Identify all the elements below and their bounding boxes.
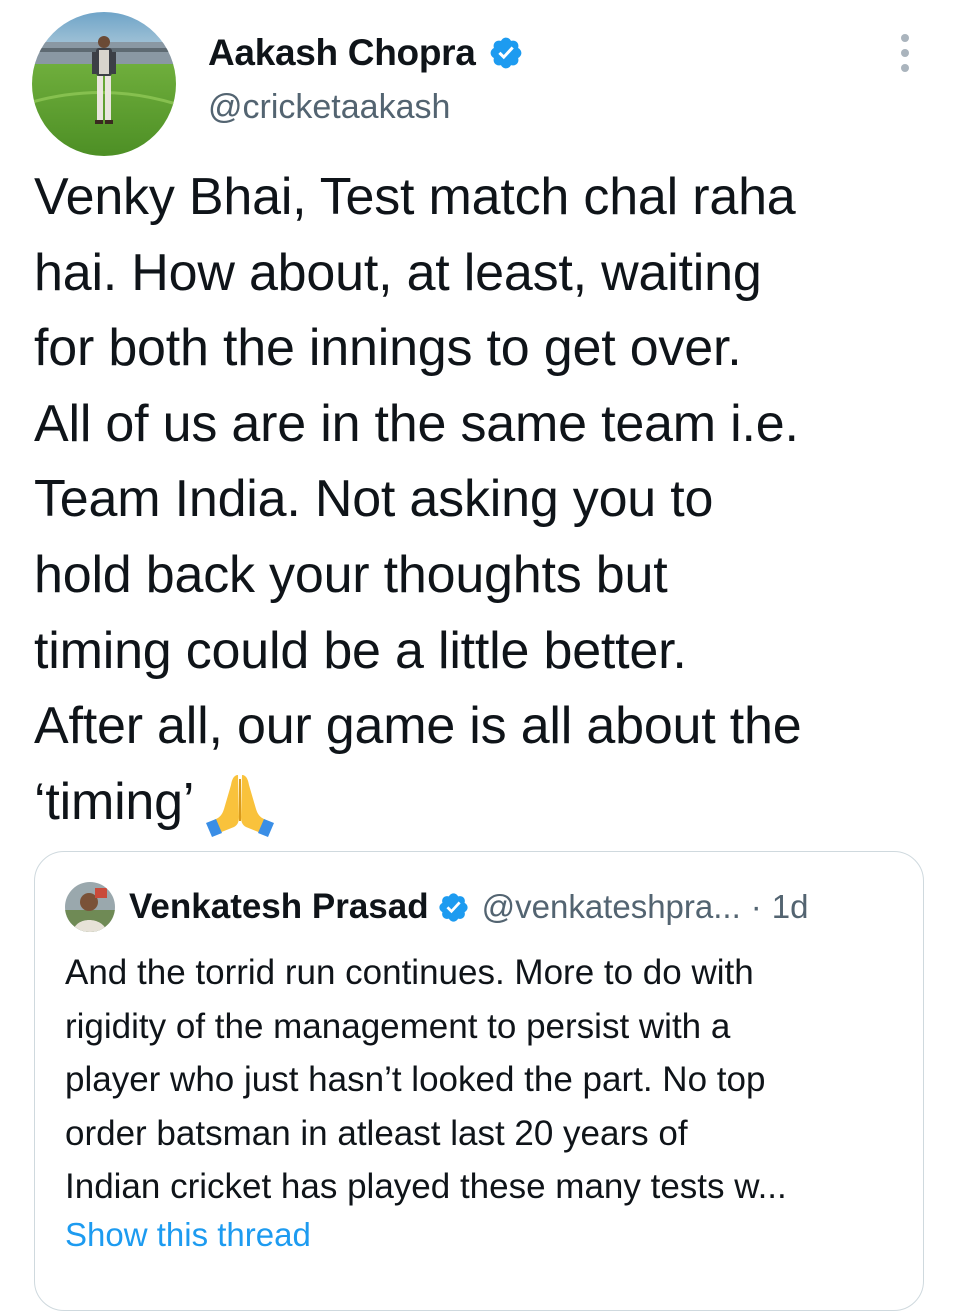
quoted-tweet-time[interactable]: 1d	[772, 888, 809, 926]
tweet-line: for both the innings to get over.	[34, 319, 742, 378]
quoted-tweet-card[interactable]: Venkatesh Prasad @venkateshpra... · 1d A…	[34, 851, 924, 1311]
quoted-avatar-photo-icon	[65, 882, 115, 932]
verified-badge-icon	[439, 892, 468, 922]
tweet-line: Team India. Not asking you to	[34, 470, 714, 529]
tweet-line: ‘timing’	[34, 772, 195, 831]
more-dot-icon	[901, 64, 909, 72]
quoted-tweet-line: Indian cricket has played these many tes…	[65, 1167, 787, 1206]
quoted-tweet-line: player who just hasn’t looked the part. …	[65, 1060, 766, 1099]
tweet-line: timing could be a little better.	[34, 621, 687, 680]
tweet-last-line: ‘timing’	[34, 765, 934, 841]
quoted-tweet-line: order batsman in atleast last 20 years o…	[65, 1113, 688, 1153]
more-options-button[interactable]	[888, 30, 922, 76]
author-avatar[interactable]	[32, 12, 176, 156]
tweet-text: Venky Bhai, Test match chal raha hai. Ho…	[34, 160, 934, 840]
folded-hands-emoji-icon	[206, 774, 275, 837]
tweet-line: hold back your thoughts but	[34, 545, 668, 604]
quoted-author-handle[interactable]: @venkateshpra...	[482, 888, 741, 926]
quoted-author-avatar[interactable]	[65, 882, 115, 932]
quoted-tweet-header: Venkatesh Prasad @venkateshpra... · 1d	[65, 882, 809, 932]
quoted-tweet-text: And the torrid run continues. More to do…	[65, 946, 905, 1214]
show-thread-link[interactable]: Show this thread	[65, 1216, 311, 1254]
more-dot-icon	[901, 34, 909, 42]
more-dot-icon	[901, 49, 909, 57]
quoted-tweet-line: And the torrid run continues. More to do…	[65, 953, 754, 992]
tweet-line: After all, our game is all about the	[34, 697, 802, 756]
tweet-line: Venky Bhai, Test match chal raha	[34, 168, 796, 226]
author-name[interactable]: Aakash Chopra	[208, 32, 476, 74]
tweet-line: hai. How about, at least, waiting	[34, 243, 762, 302]
separator-dot: ·	[750, 888, 762, 925]
quoted-tweet-line: rigidity of the management to persist wi…	[65, 1006, 731, 1046]
author-name-row[interactable]: Aakash Chopra	[208, 28, 524, 78]
avatar-photo-icon	[32, 12, 176, 156]
verified-badge-icon	[490, 37, 521, 69]
tweet-line: All of us are in the same team i.e.	[34, 394, 799, 453]
quoted-author-name[interactable]: Venkatesh Prasad	[129, 887, 429, 927]
tweet: Aakash Chopra @cricketaakash Venky Bhai,…	[0, 0, 958, 1311]
author-handle[interactable]: @cricketaakash	[208, 88, 450, 127]
